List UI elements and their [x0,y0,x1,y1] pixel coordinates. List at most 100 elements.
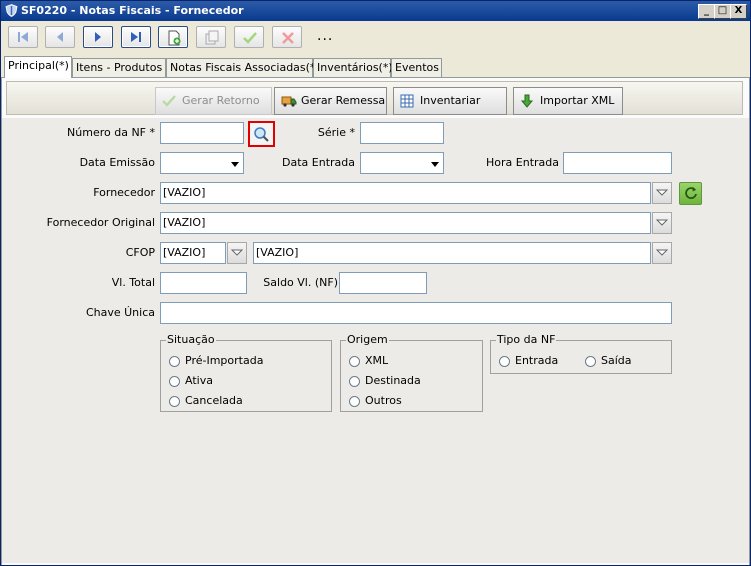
cfop-label: CFOP [125,246,155,259]
radio-dot-icon [499,356,510,367]
radio-dot-icon [169,356,180,367]
gerar-remessa-label: Gerar Remessa [301,94,386,107]
serie-input[interactable] [360,122,444,144]
tab-principal[interactable]: Principal(*) [4,56,72,78]
hora-entrada-input[interactable] [563,152,672,174]
fornecedor-label: Fornecedor [93,186,155,199]
fornecedor-input[interactable]: [VAZIO] [160,182,651,204]
refresh-icon [685,187,697,199]
down-arrow-icon [520,94,534,108]
toolbar: ... [1,22,750,54]
radio-label: Pré-Importada [185,354,264,367]
last-record-button[interactable] [121,26,151,48]
close-button[interactable]: X [730,4,747,19]
radio-dot-icon [349,376,360,387]
minimize-button[interactable]: _ [698,4,715,19]
data-entrada-label: Data Entrada [282,156,355,169]
search-nf-button[interactable] [248,121,275,147]
origem-title: Origem [346,333,389,346]
cfop-code-dropdown-button[interactable] [227,242,247,264]
nf-form: Número da NF * Série * Data Emissão Data… [2,118,749,563]
radio-dot-icon [169,376,180,387]
tab-panel-principal: Gerar Retorno Gerar Remessa Inventariar … [1,77,750,565]
importar-xml-button[interactable]: Importar XML [513,87,623,115]
cfop-description-input[interactable]: [VAZIO] [253,242,651,264]
tab-inventarios[interactable]: Inventários(*) [313,58,393,77]
importar-xml-label: Importar XML [540,94,615,107]
first-record-button[interactable] [8,26,38,48]
grid-icon [400,94,414,108]
data-emissao-label: Data Emissão [79,156,155,169]
gerar-retorno-label: Gerar Retorno [182,94,260,107]
radio-label: Outros [365,394,402,407]
checkmark-icon [243,32,257,44]
vl-total-label: Vl. Total [111,276,155,289]
numero-nf-input[interactable] [160,122,244,144]
saldo-vl-label: Saldo Vl. (NF) [263,276,338,289]
title-bar: SF0220 - Notas Fiscais - Fornecedor _ □ … [1,1,750,21]
radio-dot-icon [169,396,180,407]
window-title: SF0220 - Notas Fiscais - Fornecedor [21,4,244,17]
chevron-down-icon [655,249,669,256]
copy-record-button[interactable] [196,26,226,48]
vl-total-input[interactable] [160,272,247,294]
previous-record-button[interactable] [45,26,75,48]
next-icon [95,32,101,42]
radio-dot-icon [349,396,360,407]
radio-dot-icon [349,356,360,367]
fornecedor-original-dropdown-button[interactable] [652,212,672,234]
first-icon [18,32,28,42]
tab-notas-fiscais-associadas[interactable]: Notas Fiscais Associadas(*) [166,58,320,77]
radio-label: Destinada [365,374,421,387]
fornecedor-original-label: Fornecedor Original [46,216,155,229]
tab-itens-produtos[interactable]: Itens - Produtos [72,58,166,77]
cancel-button[interactable] [272,26,302,48]
confirm-button[interactable] [234,26,264,48]
previous-icon [57,32,63,42]
chave-unica-input[interactable] [160,302,672,324]
new-record-button[interactable] [158,26,188,48]
copy-icon [205,30,219,45]
gerar-retorno-button[interactable]: Gerar Retorno [155,87,272,115]
radio-label: Entrada [515,354,559,367]
chevron-down-icon [655,189,669,196]
cancel-x-icon [282,32,294,44]
tab-eventos[interactable]: Eventos [391,58,442,77]
checkmark-icon [162,95,176,107]
cfop-description-dropdown-button[interactable] [652,242,672,264]
radio-label: Cancelada [185,394,243,407]
chevron-down-icon[interactable] [228,157,242,171]
tipo-nf-title: Tipo da NF [496,333,557,346]
origem-group: Origem XML Destinada Outros [340,333,483,412]
more-options[interactable]: ... [317,28,333,44]
hora-entrada-label: Hora Entrada [486,156,559,169]
last-icon [131,32,141,42]
magnifier-icon [254,127,269,142]
numero-nf-label: Número da NF * [67,126,155,139]
app-window: SF0220 - Notas Fiscais - Fornecedor _ □ … [0,0,751,566]
gerar-remessa-button[interactable]: Gerar Remessa [274,87,387,115]
new-document-icon [168,30,181,46]
maximize-button[interactable]: □ [714,4,731,19]
fornecedor-original-input[interactable]: [VAZIO] [160,212,651,234]
chevron-down-icon[interactable] [428,157,442,171]
situacao-group: Situação Pré-Importada Ativa Cancelada [160,333,332,412]
tab-bar: Principal(*) Itens - Produtos Notas Fisc… [1,56,750,78]
inventariar-label: Inventariar [420,94,481,107]
chevron-down-icon [230,249,244,256]
inventariar-button[interactable]: Inventariar [393,87,507,115]
next-record-button[interactable] [83,26,113,48]
radio-dot-icon [585,356,596,367]
refresh-fornecedor-button[interactable] [679,182,702,205]
tipo-nf-group: Tipo da NF Entrada Saída [490,333,672,374]
app-shield-icon [5,4,18,17]
situacao-title: Situação [166,333,216,346]
data-emissao-input[interactable] [160,152,244,174]
serie-label: Série * [317,126,355,139]
saldo-vl-input[interactable] [339,272,427,294]
radio-label: XML [365,354,389,367]
fornecedor-dropdown-button[interactable] [652,182,672,204]
data-entrada-input[interactable] [360,152,444,174]
cfop-code-input[interactable]: [VAZIO] [160,242,226,264]
radio-label: Ativa [185,374,213,387]
